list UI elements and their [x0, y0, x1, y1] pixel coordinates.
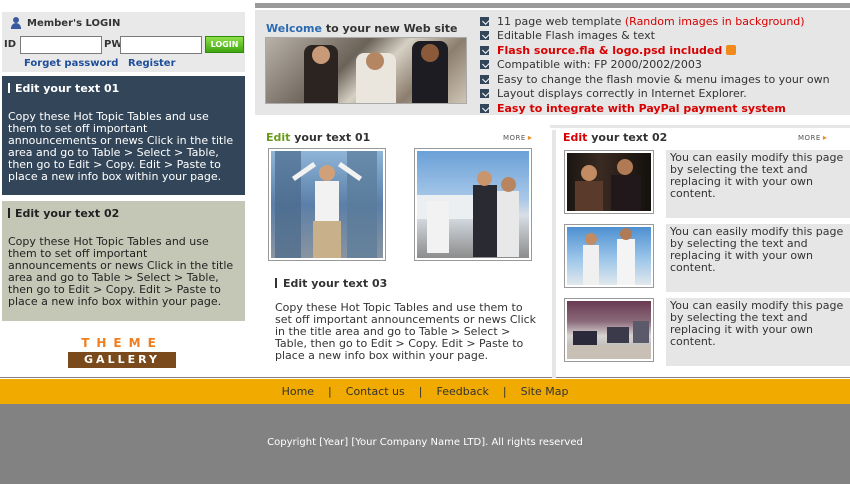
page: Member's LOGIN ID PW LOGIN Forget passwo…	[0, 10, 850, 385]
rss-icon	[726, 45, 737, 56]
feature-item: Editable Flash images & text	[480, 29, 845, 44]
register-link[interactable]: Register	[128, 58, 176, 69]
copyright-text: Copyright [Year] [Your Company Name LTD]…	[267, 437, 583, 448]
feature-item: 11 page web template (Random images in b…	[480, 14, 845, 29]
right-panel-title: Edit your text 02	[563, 131, 668, 144]
right-panel: Edit your text 02 MORE You can easily mo…	[558, 123, 850, 377]
welcome-panel: Welcome to your new Web site 11 page web…	[255, 10, 850, 115]
sidebar-box-02-text: Copy these Hot Topic Tables and use them…	[8, 235, 234, 308]
sidebar-box-01: Edit your text 01 Copy these Hot Topic T…	[2, 76, 245, 195]
sidebar-box-02-title[interactable]: Edit your text 02	[8, 208, 239, 220]
right-list-item-text: You can easily modify this page by selec…	[666, 298, 850, 366]
checkbox-icon	[480, 45, 489, 55]
sidebar-box-02: Edit your text 02 Copy these Hot Topic T…	[2, 201, 245, 321]
id-input[interactable]	[20, 36, 102, 54]
feature-item: Easy to integrate with PayPal payment sy…	[480, 101, 845, 116]
sidebar-box-01-text: Copy these Hot Topic Tables and use them…	[8, 110, 234, 183]
checkbox-icon	[480, 89, 489, 99]
nav-home-link[interactable]: Home	[268, 385, 328, 398]
right-more-link[interactable]: MORE	[798, 133, 827, 142]
middle-panel: Edit your text 01 MORE ▸ Edit your text …	[255, 123, 550, 377]
welcome-image	[265, 37, 467, 104]
theme-gallery-logo[interactable]: THEME GALLERY	[68, 336, 176, 368]
login-button[interactable]: LOGIN	[205, 36, 244, 53]
right-list-item-text: You can easily modify this page by selec…	[666, 150, 850, 218]
right-list-item: You can easily modify this page by selec…	[564, 298, 850, 366]
businessman-photo	[268, 148, 386, 261]
sidebar-box-01-title[interactable]: Edit your text 01	[8, 83, 239, 95]
left-column: Member's LOGIN ID PW LOGIN Forget passwo…	[0, 10, 247, 377]
checkbox-icon	[480, 16, 489, 26]
password-input[interactable]	[120, 36, 202, 54]
woman-phone-photo	[564, 150, 654, 214]
middle-subsection-text: Copy these Hot Topic Tables and use them…	[275, 301, 537, 362]
logo-bottom-text: GALLERY	[68, 352, 176, 368]
outdoor-people-photo	[564, 224, 654, 288]
feature-list: 11 page web template (Random images in b…	[480, 14, 845, 116]
welcome-title: Welcome to your new Web site	[266, 22, 458, 35]
checkbox-icon	[480, 103, 489, 113]
feature-item: Flash source.fla & logo.psd included	[480, 43, 845, 58]
login-panel: Member's LOGIN ID PW LOGIN Forget passwo…	[2, 12, 245, 72]
vertical-divider	[552, 130, 556, 385]
footer-nav-bar: Home | Contact us | Feedback | Site Map	[0, 378, 850, 404]
checkbox-icon	[480, 74, 489, 84]
forget-password-link[interactable]: Forget password	[24, 58, 118, 69]
feature-item: Compatible with: FP 2000/2002/2003	[480, 58, 845, 73]
right-list-item-text: You can easily modify this page by selec…	[666, 224, 850, 292]
right-list-item: You can easily modify this page by selec…	[564, 150, 850, 218]
middle-panel-title: Edit your text 01	[266, 131, 371, 144]
user-icon	[10, 17, 22, 29]
nav-contact-link[interactable]: Contact us	[332, 385, 419, 398]
nav-sitemap-link[interactable]: Site Map	[507, 385, 583, 398]
footer-nav: Home | Contact us | Feedback | Site Map	[0, 385, 850, 398]
login-title: Member's LOGIN	[27, 17, 121, 29]
top-bar	[0, 0, 850, 10]
office-photo	[564, 298, 654, 362]
id-label: ID	[4, 39, 17, 50]
logo-top-text: THEME	[81, 336, 163, 350]
feature-item: Layout displays correctly in Internet Ex…	[480, 87, 845, 102]
right-list-item: You can easily modify this page by selec…	[564, 224, 850, 292]
checkbox-icon	[480, 31, 489, 41]
middle-more-link[interactable]: MORE	[503, 133, 532, 142]
checkbox-icon	[480, 60, 489, 70]
login-header: Member's LOGIN	[10, 17, 120, 29]
feature-item: Easy to change the flash movie & menu im…	[480, 72, 845, 87]
nav-feedback-link[interactable]: Feedback	[422, 385, 502, 398]
middle-subsection-title[interactable]: Edit your text 03	[275, 277, 387, 290]
airplane-photo	[414, 148, 532, 261]
top-strip	[255, 3, 850, 8]
